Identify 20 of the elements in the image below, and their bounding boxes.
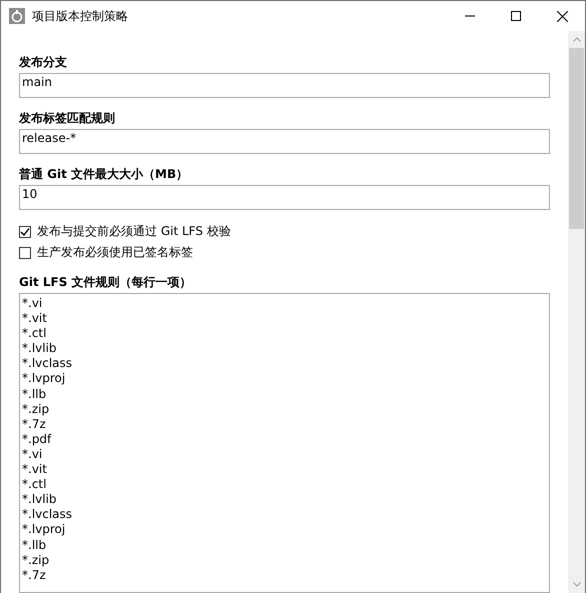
close-icon [556, 10, 568, 22]
scroll-up-icon[interactable] [572, 37, 580, 42]
scroll-down-icon[interactable] [572, 582, 580, 587]
scrollbar[interactable] [567, 31, 585, 593]
rules-field[interactable]: *.vi *.vit *.ctl *.lvlib *.lvclass *.lvproj *.llb *.zip *.7z *.pdf *.vi *.vit *.ctl *.lvlib *.lvclass *.lvproj *.llb *.zip *.7z [19, 293, 550, 593]
checkbox[interactable] [19, 246, 31, 258]
app-icon [9, 8, 25, 24]
input-field[interactable]: 10 [19, 185, 550, 210]
input-field[interactable]: release-* [19, 129, 550, 154]
field-label: 发布分支 [19, 55, 68, 69]
input-field[interactable]: main [19, 73, 550, 98]
checkbox-label: 发布与提交前必须通过 Git LFS 校验 [37, 223, 231, 240]
field-label: 发布标签匹配规则 [19, 111, 116, 125]
window-title: 项目版本控制策略 [32, 8, 129, 24]
field-label: 普通 Git 文件最大大小（MB） [19, 167, 190, 181]
maximize-icon [511, 11, 521, 21]
checkbox[interactable] [19, 226, 31, 238]
checkbox-label: 生产发布必须使用已签名标签 [37, 244, 193, 261]
field-label: Git LFS 文件规则（每行一项） [19, 275, 193, 289]
scroll-thumb[interactable] [569, 48, 584, 229]
